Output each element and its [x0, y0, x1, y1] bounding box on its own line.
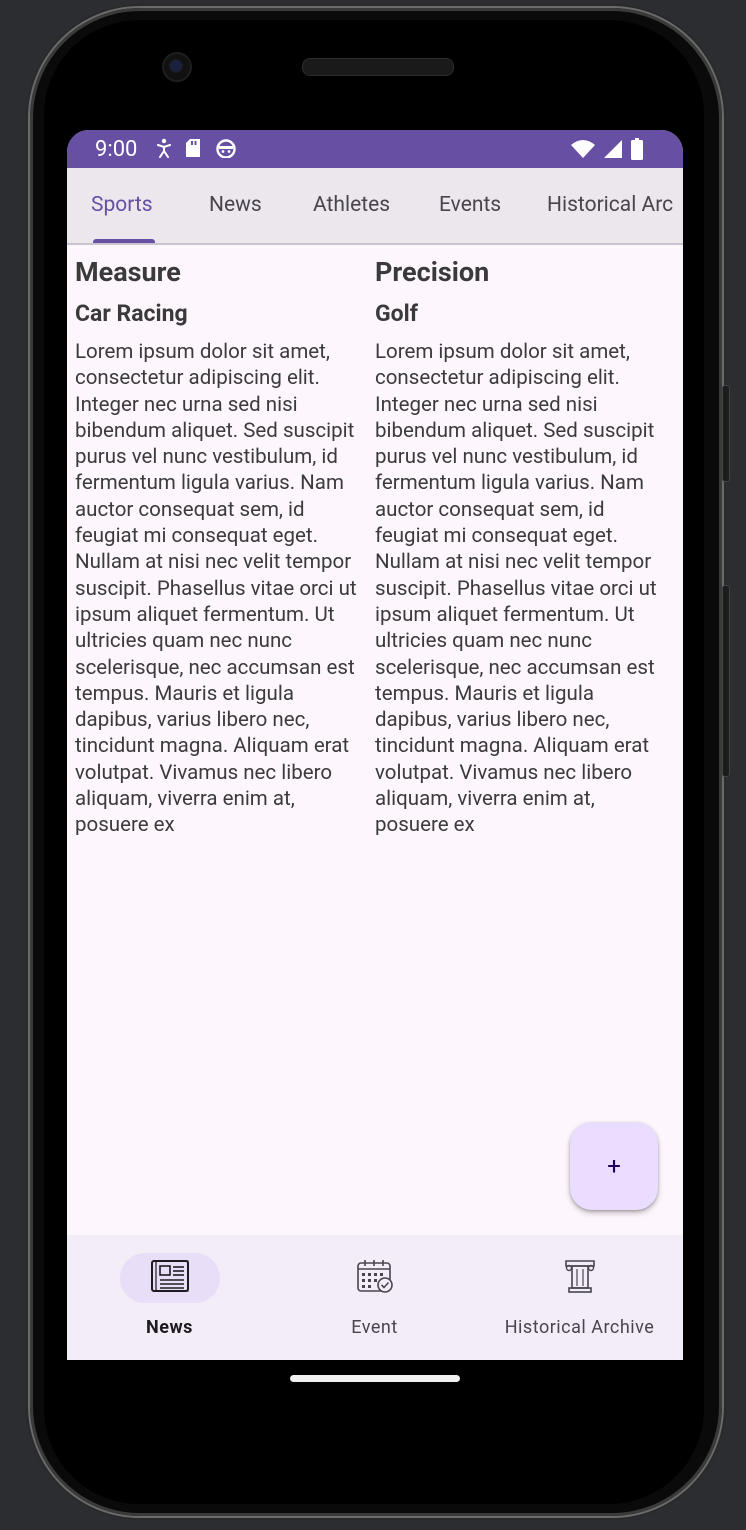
- tab-sports[interactable]: Sports: [91, 193, 153, 217]
- article-card[interactable]: Precision Golf Lorem ipsum dolor sit ame…: [375, 255, 675, 839]
- article-card[interactable]: Measure Car Racing Lorem ipsum dolor sit…: [75, 255, 375, 839]
- tab-events[interactable]: Events: [439, 193, 501, 217]
- category-tab-bar: Sports News Athletes Events Historical A…: [67, 168, 683, 245]
- status-system-icons: [571, 138, 643, 164]
- home-gesture-bar[interactable]: [290, 1375, 460, 1382]
- app-screen: 9:00 Sports News Athletes Events Histori…: [67, 130, 683, 1360]
- newspaper-icon: [150, 1259, 190, 1297]
- wifi-icon: [571, 139, 595, 163]
- article-title: Golf: [375, 300, 418, 327]
- article-grid: Measure Car Racing Lorem ipsum dolor sit…: [75, 255, 675, 839]
- calendar-check-icon: [356, 1258, 394, 1298]
- nav-item-historical-archive[interactable]: Historical Archive: [477, 1235, 682, 1360]
- bottom-navigation-bar: News Event Historical Archive: [67, 1235, 683, 1360]
- nav-item-news[interactable]: News: [67, 1235, 272, 1360]
- tab-news[interactable]: News: [209, 193, 262, 217]
- nav-icon-holder: [325, 1253, 425, 1303]
- android-head-icon: [215, 138, 237, 162]
- article-category: Measure: [75, 256, 181, 288]
- accessibility-icon: [157, 138, 171, 162]
- article-title: Car Racing: [75, 300, 188, 327]
- status-bar: 9:00: [67, 130, 683, 168]
- add-fab-button[interactable]: +: [570, 1122, 658, 1210]
- nav-item-event[interactable]: Event: [272, 1235, 477, 1360]
- nav-label-historical-archive: Historical Archive: [504, 1317, 655, 1338]
- volume-button[interactable]: [722, 585, 730, 777]
- article-category: Precision: [375, 256, 490, 288]
- power-button[interactable]: [722, 385, 730, 482]
- plus-icon: +: [607, 1152, 621, 1180]
- nav-label-event: Event: [351, 1317, 398, 1338]
- earpiece-speaker: [302, 58, 454, 76]
- active-tab-indicator: [93, 239, 155, 243]
- tab-historical-archive[interactable]: Historical Arc: [547, 193, 673, 217]
- article-body: Lorem ipsum dolor sit amet, consectetur …: [75, 340, 357, 838]
- tab-athletes[interactable]: Athletes: [313, 193, 390, 217]
- column-pillar-icon: [563, 1258, 597, 1298]
- signal-icon: [603, 139, 623, 163]
- emulator-stage: 9:00 Sports News Athletes Events Histori…: [0, 0, 746, 1530]
- sd-card-icon: [185, 138, 201, 162]
- battery-icon: [631, 138, 643, 164]
- nav-icon-holder: [530, 1253, 630, 1303]
- front-camera: [162, 52, 192, 82]
- article-body: Lorem ipsum dolor sit amet, consectetur …: [375, 340, 657, 838]
- nav-active-indicator: [119, 1253, 220, 1303]
- nav-label-news: News: [146, 1317, 193, 1338]
- status-notification-icons: [157, 138, 237, 162]
- status-time: 9:00: [95, 137, 138, 162]
